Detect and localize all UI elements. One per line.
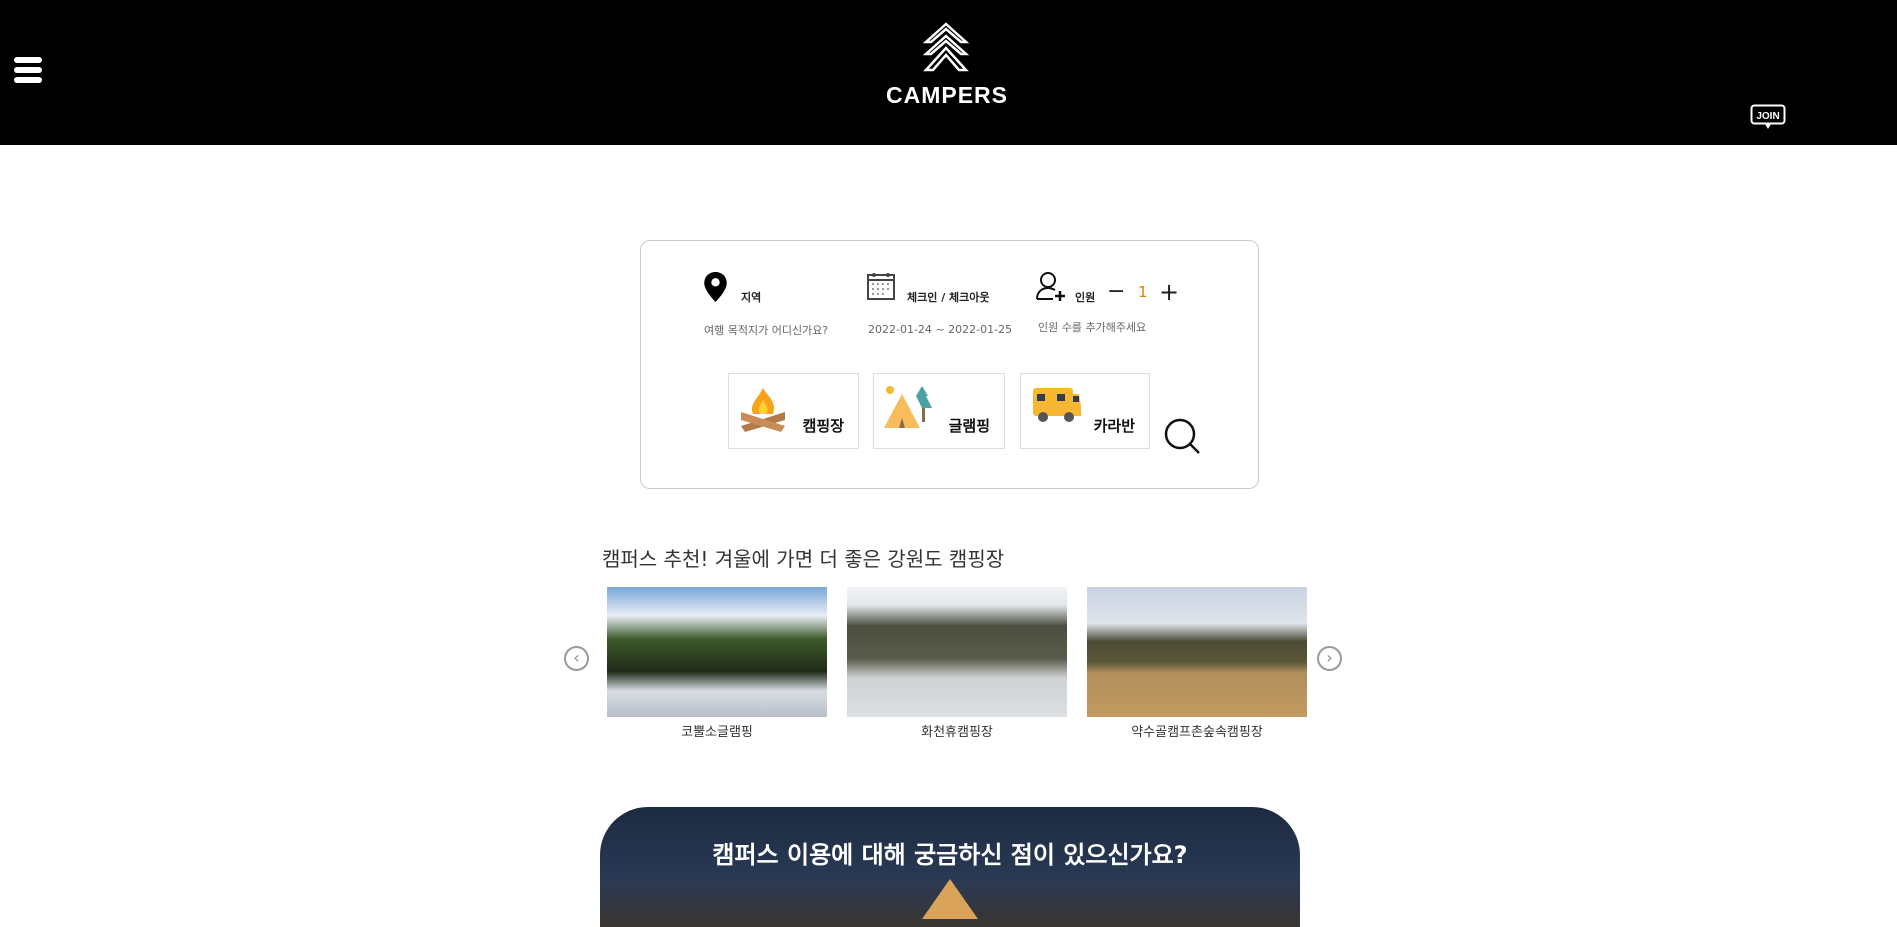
- decrease-people-button[interactable]: −: [1107, 279, 1125, 304]
- increase-people-button[interactable]: +: [1159, 278, 1179, 306]
- add-person-icon: [1036, 272, 1065, 301]
- campsite-name: 화천휴캠핑장: [921, 725, 993, 740]
- campsite-image: [1087, 587, 1307, 717]
- search-icon[interactable]: [1164, 418, 1202, 456]
- tent-logo-icon: [922, 22, 970, 72]
- category-label: 캠핑장: [802, 417, 844, 435]
- campsite-image: [847, 587, 1067, 717]
- calendar-icon: [867, 273, 895, 300]
- caravan-icon: [1033, 388, 1081, 422]
- recommend-title: 캠퍼스 추천! 겨울에 가면 더 좋은 강원도 캠핑장: [602, 547, 1005, 571]
- join-label: JOIN: [1756, 111, 1779, 122]
- faq-banner[interactable]: 캠퍼스 이용에 대해 궁금하신 점이 있으신가요?: [600, 807, 1300, 927]
- people-hint: 인원 수를 추가해주세요: [1038, 321, 1147, 334]
- campfire-icon: [741, 388, 785, 432]
- join-icon[interactable]: JOIN: [1750, 104, 1786, 130]
- location-pin-icon: [704, 272, 727, 302]
- tent-icon: [884, 386, 932, 428]
- logo[interactable]: CAMPERS: [886, 22, 1009, 109]
- menu-icon[interactable]: [14, 57, 42, 83]
- faq-banner-title: 캠퍼스 이용에 대해 궁금하신 점이 있으신가요?: [712, 841, 1188, 869]
- region-label: 지역: [741, 291, 762, 304]
- region-input[interactable]: 여행 목적지가 어디신가요?: [704, 322, 828, 338]
- people-count: 1: [1138, 283, 1148, 301]
- campsite-card[interactable]: 화천휴캠핑장: [847, 587, 1067, 740]
- date-label: 체크인 / 체크아웃: [907, 291, 990, 304]
- search-panel: 지역 여행 목적지가 어디신가요? 체크인 / 체크아웃 2022-01-24 …: [640, 240, 1259, 489]
- category-label: 글램핑: [948, 417, 990, 435]
- tent-image-icon: [922, 879, 978, 919]
- category-campsite-button[interactable]: 캠핑장: [728, 373, 859, 449]
- carousel-next-button[interactable]: ›: [1317, 646, 1342, 671]
- header: CAMPERS JOIN: [0, 0, 1897, 145]
- campsite-name: 약수골캠프촌숲속캠핑장: [1131, 725, 1263, 740]
- category-glamping-button[interactable]: 글램핑: [873, 373, 1005, 449]
- category-caravan-button[interactable]: 카라반: [1020, 373, 1150, 449]
- campsite-name: 코뿔소글램핑: [681, 725, 753, 740]
- campsite-image: [607, 587, 827, 717]
- logo-text: CAMPERS: [886, 82, 1009, 108]
- campsite-card[interactable]: 코뿔소글램핑: [607, 587, 827, 740]
- date-input[interactable]: 2022-01-24 ~ 2022-01-25: [868, 323, 1012, 336]
- campsite-card[interactable]: 약수골캠프촌숲속캠핑장: [1087, 587, 1307, 740]
- carousel-prev-button[interactable]: ‹: [564, 646, 589, 671]
- category-label: 카라반: [1093, 417, 1135, 435]
- people-label: 인원: [1075, 291, 1096, 304]
